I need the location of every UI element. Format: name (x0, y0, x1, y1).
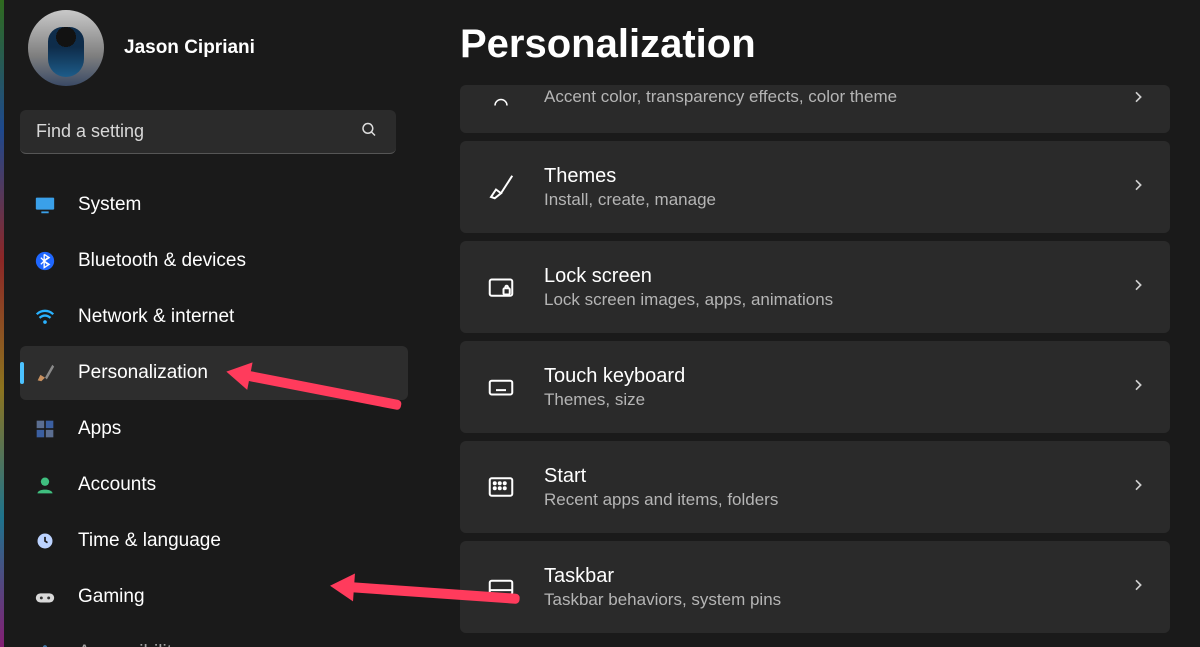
chevron-right-icon (1130, 377, 1146, 398)
sidebar-item-bluetooth[interactable]: Bluetooth & devices (20, 234, 408, 288)
colors-icon (484, 87, 518, 121)
chevron-right-icon (1130, 177, 1146, 198)
card-text: Touch keyboard Themes, size (544, 365, 1104, 410)
chevron-right-icon (1130, 89, 1146, 110)
start-icon (484, 470, 518, 504)
card-subtitle: Taskbar behaviors, system pins (544, 590, 1104, 610)
window-color-edge (0, 0, 4, 647)
sidebar-item-label: Apps (78, 418, 121, 440)
sidebar-item-accessibility[interactable]: Accessibility (20, 626, 408, 647)
sidebar-item-apps[interactable]: Apps (20, 402, 408, 456)
card-text: Themes Install, create, manage (544, 165, 1104, 210)
wifi-icon (34, 306, 56, 328)
keyboard-icon (484, 370, 518, 404)
search-icon (360, 121, 378, 144)
gamepad-icon (34, 586, 56, 608)
accessibility-icon (34, 642, 56, 647)
sidebar-item-accounts[interactable]: Accounts (20, 458, 408, 512)
sidebar-item-system[interactable]: System (20, 178, 408, 232)
card-text: Accent color, transparency effects, colo… (544, 85, 1104, 107)
card-title: Start (544, 465, 1104, 488)
card-subtitle: Themes, size (544, 390, 1104, 410)
chevron-right-icon (1130, 277, 1146, 298)
sidebar: Jason Cipriani System Bluetooth & device… (0, 0, 420, 647)
card-colors[interactable]: Accent color, transparency effects, colo… (460, 85, 1170, 133)
card-title: Themes (544, 165, 1104, 188)
sidebar-item-label: Personalization (78, 362, 208, 384)
username: Jason Cipriani (124, 37, 255, 59)
sidebar-item-label: Time & language (78, 530, 221, 552)
profile[interactable]: Jason Cipriani (20, 10, 408, 86)
sidebar-item-label: System (78, 194, 141, 216)
sidebar-item-label: Bluetooth & devices (78, 250, 246, 272)
card-title: Lock screen (544, 265, 1104, 288)
page-title: Personalization (460, 22, 1170, 67)
card-text: Lock screen Lock screen images, apps, an… (544, 265, 1104, 310)
monitor-icon (34, 194, 56, 216)
card-taskbar[interactable]: Taskbar Taskbar behaviors, system pins (460, 541, 1170, 633)
card-themes[interactable]: Themes Install, create, manage (460, 141, 1170, 233)
brush-icon (34, 362, 56, 384)
sidebar-item-time-language[interactable]: Time & language (20, 514, 408, 568)
sidebar-item-label: Gaming (78, 586, 145, 608)
bluetooth-icon (34, 250, 56, 272)
apps-icon (34, 418, 56, 440)
card-text: Taskbar Taskbar behaviors, system pins (544, 565, 1104, 610)
sidebar-item-label: Accounts (78, 474, 156, 496)
avatar[interactable] (28, 10, 104, 86)
card-subtitle: Install, create, manage (544, 190, 1104, 210)
sidebar-item-label: Network & internet (78, 306, 234, 328)
settings-cards: Accent color, transparency effects, colo… (460, 85, 1170, 633)
sidebar-item-network[interactable]: Network & internet (20, 290, 408, 344)
person-icon (34, 474, 56, 496)
lockscreen-icon (484, 270, 518, 304)
card-title: Touch keyboard (544, 365, 1104, 388)
search-container (20, 110, 396, 154)
card-subtitle: Accent color, transparency effects, colo… (544, 87, 1104, 107)
card-start[interactable]: Start Recent apps and items, folders (460, 441, 1170, 533)
clock-icon (34, 530, 56, 552)
card-subtitle: Lock screen images, apps, animations (544, 290, 1104, 310)
card-text: Start Recent apps and items, folders (544, 465, 1104, 510)
brush-icon (484, 170, 518, 204)
card-lock-screen[interactable]: Lock screen Lock screen images, apps, an… (460, 241, 1170, 333)
search-input[interactable] (20, 110, 396, 154)
card-subtitle: Recent apps and items, folders (544, 490, 1104, 510)
card-touch-keyboard[interactable]: Touch keyboard Themes, size (460, 341, 1170, 433)
main-content: Personalization Accent color, transparen… (420, 0, 1200, 647)
chevron-right-icon (1130, 577, 1146, 598)
card-title: Taskbar (544, 565, 1104, 588)
sidebar-item-label: Accessibility (78, 642, 181, 647)
chevron-right-icon (1130, 477, 1146, 498)
